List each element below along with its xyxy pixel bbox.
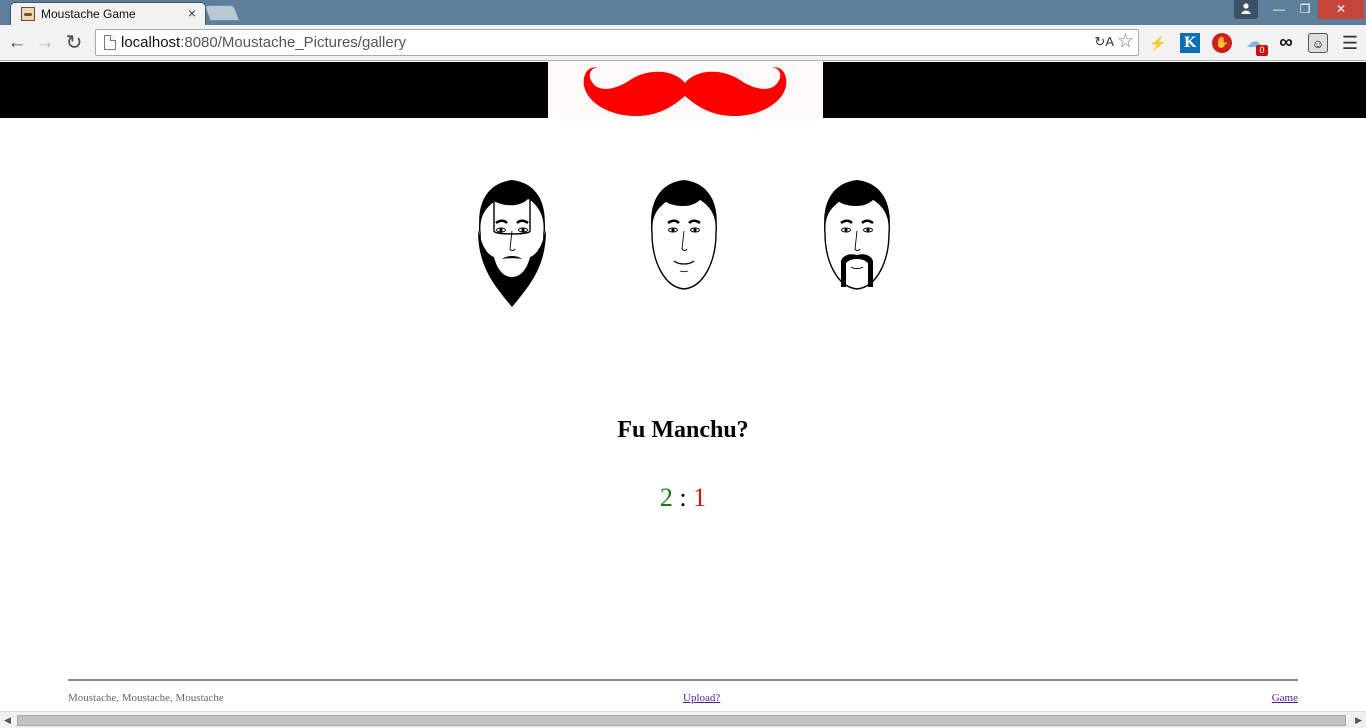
face-extension-icon[interactable]: ☺ xyxy=(1308,33,1328,53)
new-tab-button[interactable] xyxy=(204,5,240,21)
face-gallery xyxy=(0,175,1366,315)
tab-close-icon[interactable]: × xyxy=(188,5,196,21)
moustache-logo[interactable] xyxy=(548,62,823,118)
restore-button[interactable]: ❐ xyxy=(1292,0,1318,19)
face-option-clean[interactable] xyxy=(644,175,724,315)
horizontal-scrollbar[interactable]: ◀ ▶ xyxy=(0,711,1366,728)
stop-extension-icon[interactable]: ✋ xyxy=(1212,33,1232,53)
score-display: 2 : 1 xyxy=(0,483,1366,513)
beard-face-image xyxy=(478,180,546,307)
back-icon[interactable]: ← xyxy=(6,32,28,54)
reload-icon[interactable]: ↻ xyxy=(63,32,85,54)
bookmark-star-icon[interactable]: ☆ xyxy=(1117,31,1134,53)
correct-count: 2 xyxy=(659,483,673,512)
header-banner xyxy=(0,62,1366,118)
fu-manchu-face-image xyxy=(823,180,890,290)
face-option-fu-manchu[interactable] xyxy=(817,175,897,315)
url-host: localhost xyxy=(121,34,181,51)
user-icon xyxy=(1241,3,1251,14)
wrong-count: 1 xyxy=(693,483,707,512)
minimize-button[interactable]: — xyxy=(1266,0,1292,19)
score-separator: : xyxy=(679,483,687,512)
tab-title: Moustache Game xyxy=(41,7,136,21)
browser-toolbar: ← → ↻ localhost:8080/Moustache_Pictures/… xyxy=(0,25,1366,61)
upload-link[interactable]: Upload? xyxy=(683,692,720,704)
forward-icon[interactable]: → xyxy=(34,32,56,54)
question-heading: Fu Manchu? xyxy=(617,417,749,443)
scroll-right-arrow-icon[interactable]: ▶ xyxy=(1355,715,1362,726)
clean-face-image xyxy=(650,180,717,290)
scroll-left-arrow-icon[interactable]: ◀ xyxy=(4,715,11,726)
face-option-beard[interactable] xyxy=(472,175,552,315)
k-extension-icon[interactable]: K xyxy=(1180,33,1200,53)
tab-strip: Moustache Game × — ❐ ✕ xyxy=(0,0,1366,25)
scrollbar-thumb[interactable] xyxy=(17,715,1346,726)
game-link[interactable]: Game xyxy=(1272,692,1298,704)
extension-badge: 0 xyxy=(1256,45,1268,56)
address-bar[interactable]: localhost:8080/Moustache_Pictures/galler… xyxy=(95,29,1139,56)
page-icon xyxy=(104,35,116,50)
tab-moustache-game[interactable]: Moustache Game × xyxy=(10,2,206,25)
infinity-extension-icon[interactable]: ∞ xyxy=(1276,33,1296,53)
favicon-icon xyxy=(21,7,35,21)
translate-icon[interactable]: ↻A xyxy=(1094,34,1114,50)
footer-tagline: Moustache, Moustache, Moustache xyxy=(68,692,224,704)
bolt-extension-icon[interactable]: ⚡ xyxy=(1148,33,1168,53)
url-text[interactable]: localhost:8080/Moustache_Pictures/galler… xyxy=(121,34,406,51)
url-path: :8080/Moustache_Pictures/gallery xyxy=(180,34,407,51)
user-profile-button[interactable] xyxy=(1234,0,1258,19)
footer-divider xyxy=(68,679,1298,681)
chrome-menu-icon[interactable]: ☰ xyxy=(1340,33,1360,53)
close-window-button[interactable]: ✕ xyxy=(1318,0,1364,19)
moustache-logo-icon xyxy=(583,67,787,117)
